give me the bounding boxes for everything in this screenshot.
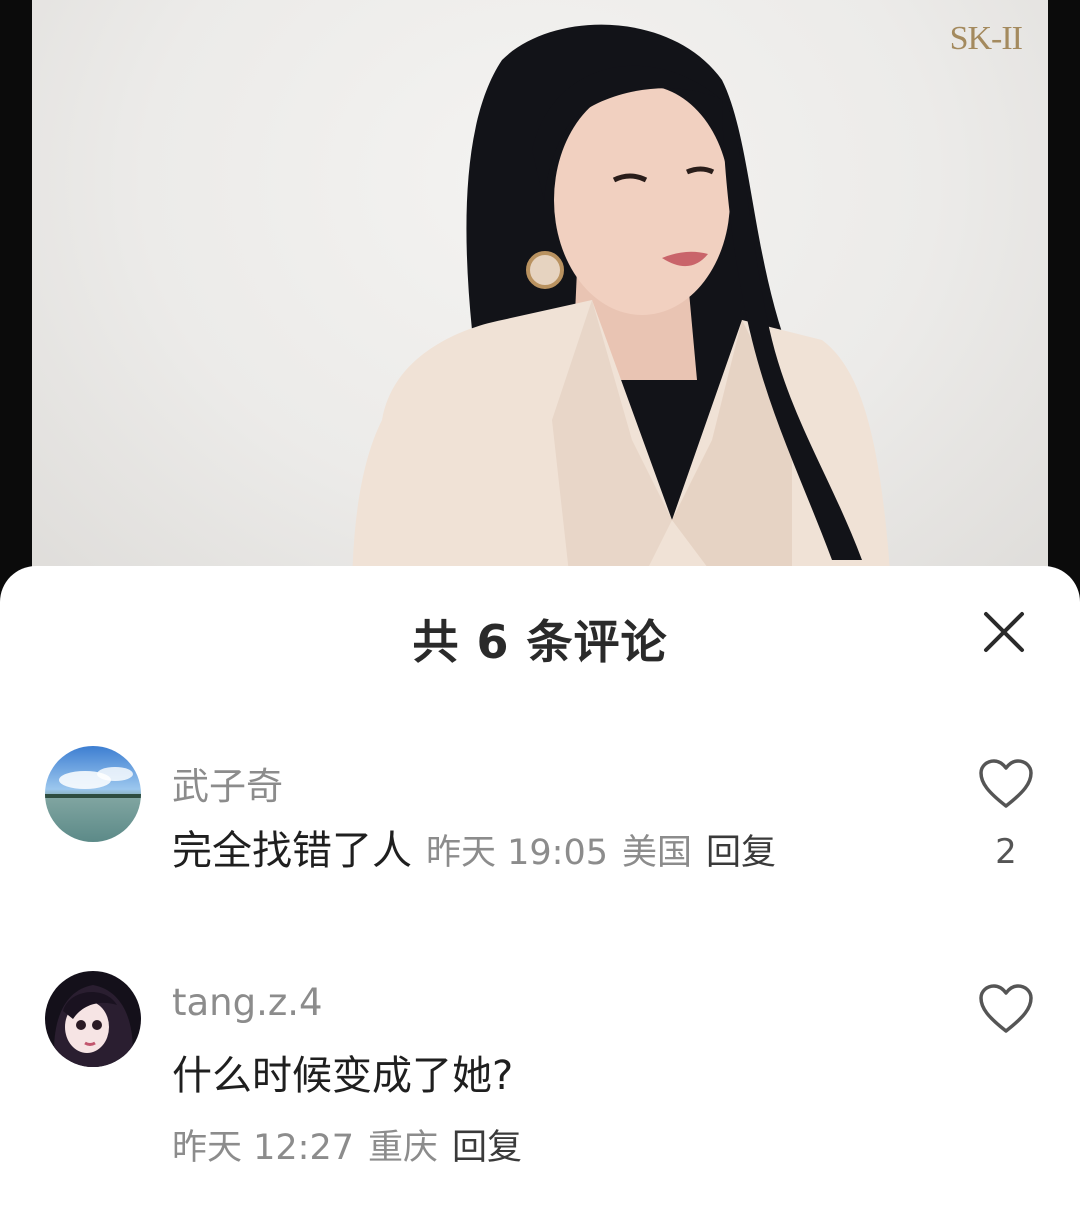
comment-text: 什么时候变成了她? — [172, 1053, 514, 1099]
comment-time: 昨天 19:05 — [426, 833, 608, 873]
like-count: 2 — [995, 832, 1017, 872]
comments-sheet: 共 6 条评论 武子奇 完全找错了人 昨天 19:05 美国 回复 2 tang… — [0, 566, 1080, 1213]
comment-username[interactable]: 武子奇 — [172, 756, 283, 810]
avatar[interactable] — [45, 971, 141, 1067]
comment-location: 美国 — [622, 833, 693, 873]
avatar[interactable] — [45, 746, 141, 842]
like-button[interactable] — [978, 758, 1034, 810]
like-button[interactable] — [978, 983, 1034, 1035]
close-icon — [984, 612, 1024, 652]
comment-location: 重庆 — [368, 1128, 439, 1168]
video-player[interactable]: SK-II — [0, 0, 1080, 600]
reply-button[interactable]: 回复 — [706, 833, 776, 873]
comment-username[interactable]: tang.z.4 — [172, 981, 323, 1024]
brand-logo: SK-II — [949, 20, 1023, 57]
comment-time: 昨天 12:27 — [172, 1128, 354, 1168]
comments-title: 共 6 条评论 — [412, 615, 668, 669]
reply-button[interactable]: 回复 — [452, 1128, 522, 1168]
video-frame: SK-II — [32, 0, 1048, 600]
face-shape — [554, 85, 730, 315]
heart-outline-icon — [979, 984, 1033, 1033]
video-scene — [352, 24, 892, 600]
earring — [526, 251, 564, 289]
close-button[interactable] — [982, 610, 1026, 654]
comment-text: 完全找错了人 — [172, 828, 412, 874]
heart-outline-icon — [979, 759, 1033, 808]
